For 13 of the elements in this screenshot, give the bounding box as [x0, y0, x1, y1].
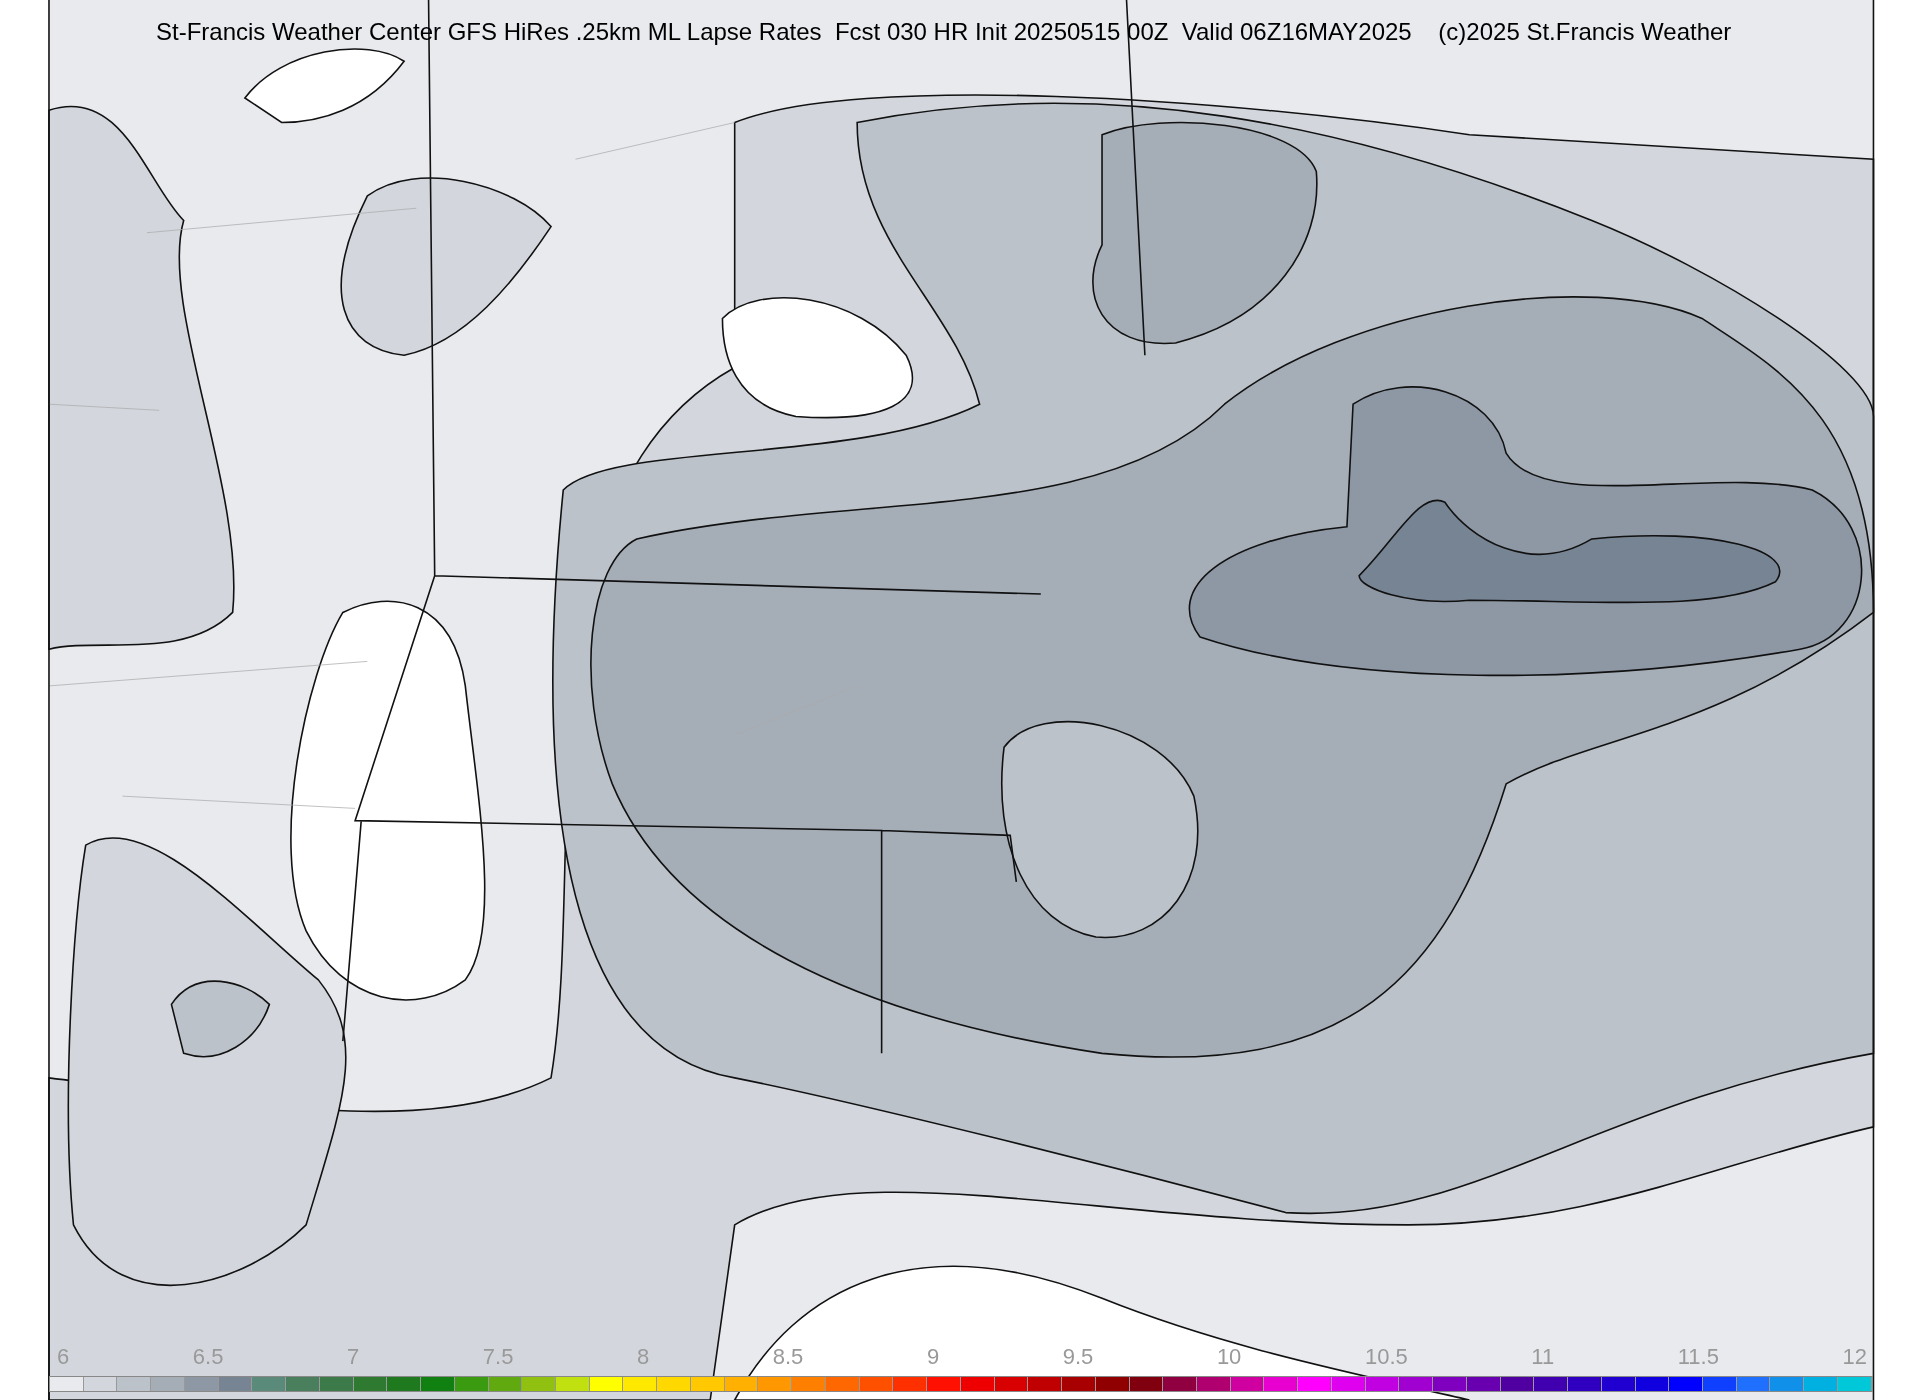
colorbar-tick-label: 7.5	[482, 1344, 514, 1370]
colorbar-tick-label: 6.5	[192, 1344, 224, 1370]
colorbar-tick-label: 11.5	[1677, 1344, 1719, 1370]
colorbar-tick-label: 8.5	[772, 1344, 804, 1370]
colorbar-tick-label: 9	[926, 1344, 940, 1370]
colorbar-tick-label: 11	[1531, 1344, 1555, 1370]
colorbar-tick-label: 9.5	[1062, 1344, 1094, 1370]
colorbar-tick-label: 10	[1216, 1344, 1242, 1370]
colorbar-tick-label: 8	[636, 1344, 650, 1370]
colorbar-tick-label: 10.5	[1364, 1344, 1408, 1370]
colorbar-tick-label: 12	[1842, 1344, 1867, 1370]
colorbar-tick-label: 6	[57, 1344, 70, 1370]
colorbar-tick-label: 7	[346, 1344, 360, 1370]
